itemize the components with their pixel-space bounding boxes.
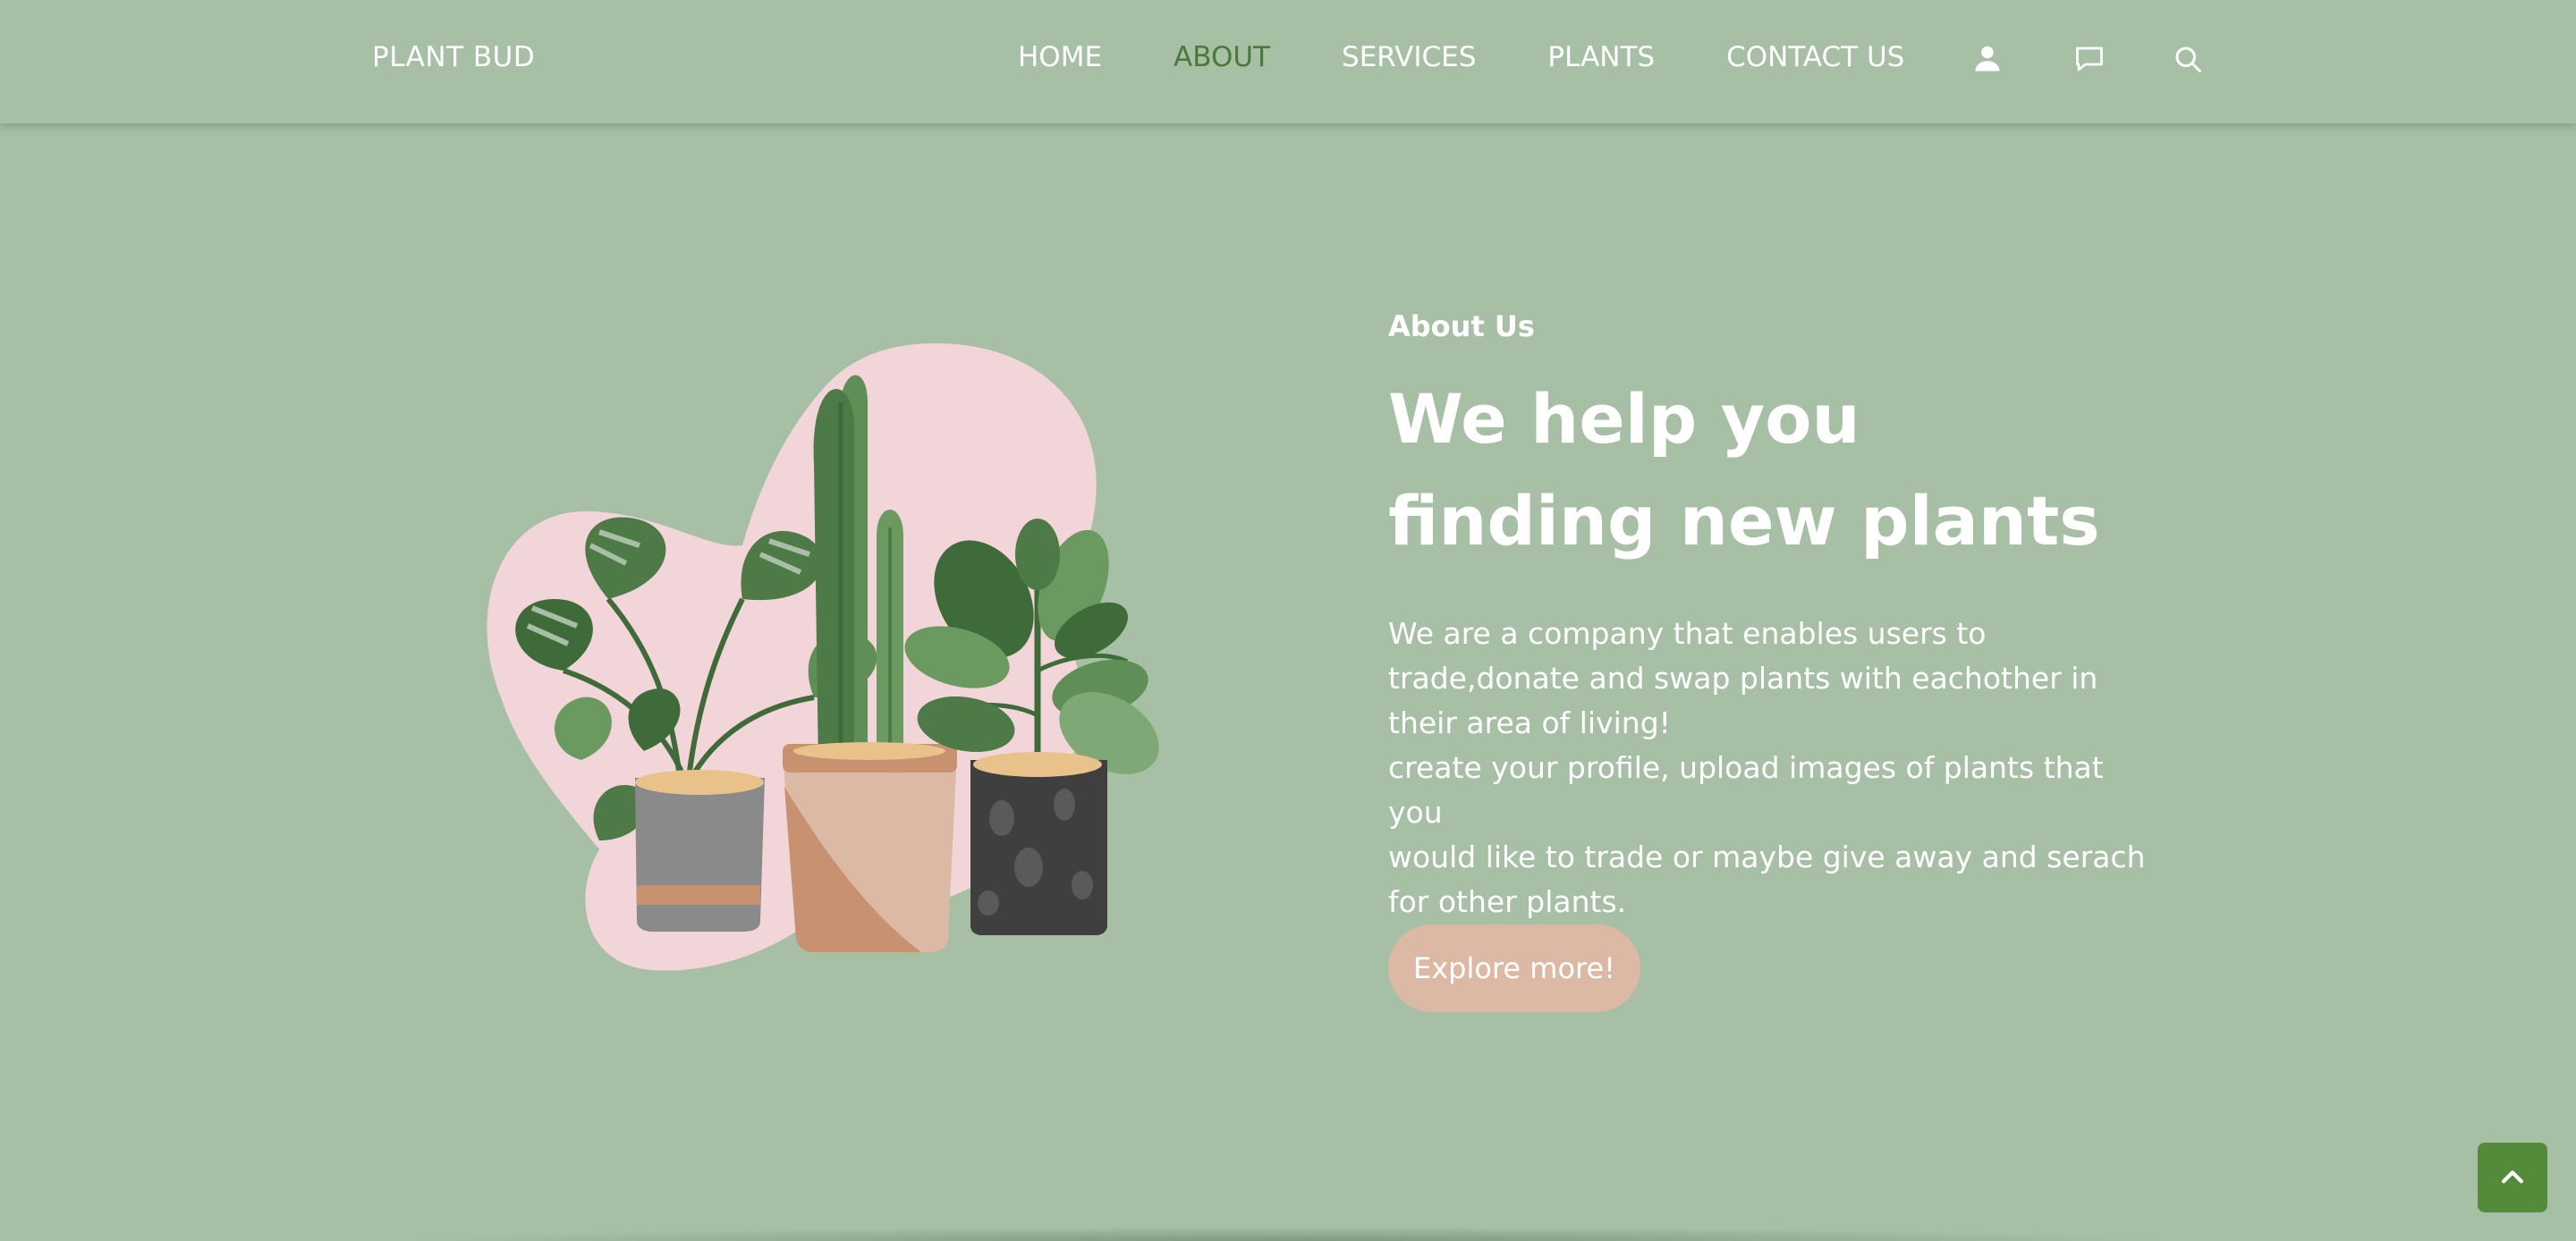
nav-home[interactable]: HOME bbox=[1018, 41, 1102, 73]
user-icon[interactable] bbox=[1971, 43, 2004, 75]
plants-illustration bbox=[447, 331, 1163, 992]
chevron-up-icon bbox=[2501, 1170, 2524, 1184]
beige-pot bbox=[783, 742, 957, 952]
main-nav: HOME ABOUT SERVICES PLANTS CONTACT US bbox=[1018, 41, 1976, 73]
back-to-top-button[interactable] bbox=[2478, 1143, 2547, 1212]
headline-line-1: We help you bbox=[1388, 379, 1860, 459]
headline: We help you finding new plants bbox=[1388, 368, 2193, 572]
page: PLANT BUD HOME ABOUT SERVICES PLANTS CON… bbox=[0, 0, 2576, 1241]
description-line: trade,donate and swap plants with eachot… bbox=[1388, 661, 2098, 696]
logo[interactable]: PLANT BUD bbox=[372, 41, 535, 73]
nav-services[interactable]: SERVICES bbox=[1342, 41, 1476, 73]
headline-line-2: finding new plants bbox=[1388, 481, 2100, 561]
nav-contact-us[interactable]: CONTACT US bbox=[1726, 41, 1904, 73]
dark-pot bbox=[970, 752, 1107, 935]
description: We are a company that enables users to t… bbox=[1388, 612, 2166, 924]
search-icon[interactable] bbox=[2172, 43, 2204, 75]
section-label: About Us bbox=[1388, 309, 1535, 343]
description-line: for other plants. bbox=[1388, 884, 1627, 919]
explore-more-button[interactable]: Explore more! bbox=[1388, 924, 1640, 1012]
nav-plants[interactable]: PLANTS bbox=[1547, 41, 1655, 73]
footer-shadow bbox=[394, 1227, 2182, 1241]
description-line: their area of living! bbox=[1388, 705, 1671, 740]
grey-pot bbox=[635, 770, 765, 932]
chat-icon[interactable] bbox=[2073, 43, 2106, 75]
description-line: create your profile, upload images of pl… bbox=[1388, 750, 2104, 830]
site-header: PLANT BUD HOME ABOUT SERVICES PLANTS CON… bbox=[0, 0, 2576, 123]
description-line: We are a company that enables users to bbox=[1388, 616, 1987, 651]
nav-about[interactable]: ABOUT bbox=[1174, 41, 1270, 73]
description-line: would like to trade or maybe give away a… bbox=[1388, 840, 2146, 874]
